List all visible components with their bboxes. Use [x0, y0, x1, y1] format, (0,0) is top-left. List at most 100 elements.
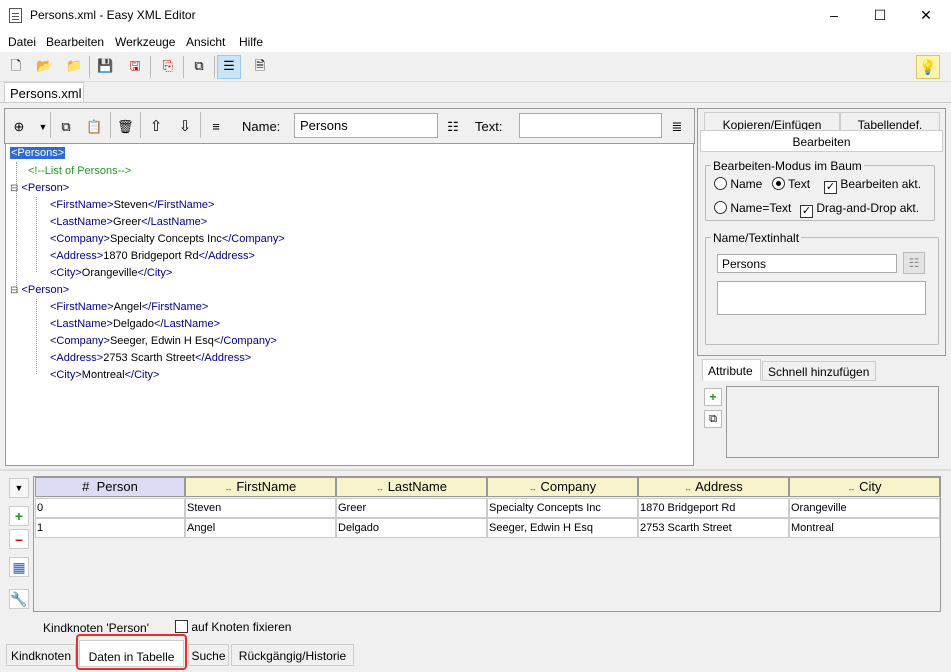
insert-child-icon[interactable]: ≡ — [208, 119, 224, 135]
add-attribute-icon[interactable]: + — [704, 388, 722, 406]
table-cell[interactable]: Steven — [185, 498, 336, 518]
paste-icon[interactable]: 📋 — [86, 119, 102, 135]
export-icon[interactable]: ⎘ — [160, 58, 176, 74]
tab-tabellendef[interactable]: Tabellendef. — [840, 112, 940, 132]
app-icon — [9, 8, 22, 23]
settings-wrench-icon[interactable]: 🔧 — [9, 589, 29, 609]
column-header-address[interactable]: ↔ Address — [638, 477, 789, 497]
tree-field-node[interactable]: <Address>2753 Scarth Street</Address> — [50, 352, 251, 364]
maximize-button[interactable]: ☐ — [857, 0, 903, 31]
document-view-icon[interactable]: 🗎 — [252, 58, 268, 74]
text-input[interactable] — [519, 113, 662, 138]
save-icon[interactable]: 💾 — [97, 58, 113, 74]
table-cell[interactable]: 0 — [35, 498, 185, 518]
save-all-icon[interactable]: 🖫 — [127, 58, 143, 74]
menu-werkzeuge[interactable]: Werkzeuge — [115, 35, 175, 49]
delete-icon[interactable]: 🗑 — [117, 119, 134, 135]
new-file-icon[interactable]: 🗋 — [8, 58, 24, 74]
tab-bearbeiten[interactable]: Bearbeiten — [700, 130, 943, 152]
table-cell[interactable]: Delgado — [336, 518, 487, 538]
close-button[interactable]: ✕ — [903, 0, 949, 31]
toolbar-divider — [50, 112, 51, 138]
table-cell[interactable]: Specialty Concepts Inc — [487, 498, 638, 518]
checkbox-fix-node[interactable]: auf Knoten fixieren — [175, 620, 291, 634]
tab-suche[interactable]: Suche — [188, 644, 229, 666]
add-node-icon[interactable]: ⊕ — [11, 119, 27, 135]
list-icon[interactable]: ☷ — [445, 119, 461, 135]
text-align-icon[interactable]: ≣ — [669, 119, 685, 135]
title-bar: Persons.xml - Easy XML Editor – ☐ ✕ — [0, 0, 951, 31]
column-header-city[interactable]: ↔ City — [789, 477, 940, 497]
lightbulb-icon[interactable]: 💡 — [916, 55, 940, 79]
move-down-icon[interactable]: ⇩ — [177, 119, 193, 135]
tree-comment-node[interactable]: <!--List of Persons--> — [28, 165, 131, 177]
copy-icon[interactable]: ⧉ — [58, 119, 74, 135]
column-header-company[interactable]: ↔ Company — [487, 477, 638, 497]
toolbar-divider — [110, 112, 111, 138]
data-table: # Person ↔ FirstName ↔ LastName ↔ Compan… — [33, 476, 941, 612]
radio-text[interactable]: Text — [772, 177, 810, 191]
tree-view-icon[interactable]: ⧉ — [191, 58, 207, 74]
tree-person-node[interactable]: <Person> — [21, 182, 69, 194]
table-cell[interactable]: Orangeville — [789, 498, 940, 518]
tab-schnell-hinzufuegen[interactable]: Schnell hinzufügen — [762, 361, 876, 381]
checkbox-drag-and-drop[interactable]: ✓ Drag-and-Drop akt. — [800, 201, 919, 218]
xml-tree-view[interactable]: <Persons> <!--List of Persons--> ⊟ <Pers… — [5, 143, 694, 466]
copy-attribute-icon[interactable]: ⧉ — [704, 410, 722, 428]
tree-field-node[interactable]: <Company>Seeger, Edwin H Esq</Company> — [50, 335, 277, 347]
menu-datei[interactable]: Datei — [8, 35, 36, 49]
column-header-firstname[interactable]: ↔ FirstName — [185, 477, 336, 497]
tree-field-node[interactable]: <City>Orangeville</City> — [50, 267, 172, 279]
radio-name-text[interactable]: Name=Text — [714, 201, 791, 215]
menu-ansicht[interactable]: Ansicht — [186, 35, 225, 49]
add-node-dropdown-icon[interactable]: ▼ — [35, 119, 51, 135]
tree-field-node[interactable]: <Company>Specialty Concepts Inc</Company… — [50, 233, 285, 245]
tree-person-node[interactable]: <Person> — [21, 284, 69, 296]
document-tab[interactable]: Persons.xml — [4, 82, 84, 103]
window-title: Persons.xml - Easy XML Editor — [30, 8, 196, 22]
move-up-icon[interactable]: ⇧ — [148, 119, 164, 135]
content-text-area[interactable] — [717, 281, 926, 315]
toolbar-divider — [140, 112, 141, 138]
open-folder-icon[interactable]: 📂 — [36, 58, 52, 74]
name-input[interactable]: Persons — [294, 113, 438, 138]
outline-icon[interactable]: ☰ — [221, 58, 237, 74]
column-header-lastname[interactable]: ↔ LastName — [336, 477, 487, 497]
tree-field-node[interactable]: <City>Montreal</City> — [50, 369, 159, 381]
list-picker-icon[interactable]: ☷ — [903, 252, 925, 274]
tab-attribute[interactable]: Attribute — [702, 359, 761, 381]
table-view-icon[interactable]: ▦ — [9, 557, 29, 577]
table-cell[interactable]: 2753 Scarth Street — [638, 518, 789, 538]
tree-field-node[interactable]: <LastName>Delgado</LastName> — [50, 318, 220, 330]
table-cell[interactable]: Greer — [336, 498, 487, 518]
menu-bearbeiten[interactable]: Bearbeiten — [46, 35, 104, 49]
table-menu-dropdown-icon[interactable]: ▼ — [9, 478, 29, 498]
tree-root-node[interactable]: <Persons> — [10, 147, 66, 159]
tab-kopieren-einfuegen[interactable]: Kopieren/Einfügen — [704, 112, 840, 132]
toolbar-divider — [89, 56, 90, 78]
table-cell[interactable]: Montreal — [789, 518, 940, 538]
tree-field-node[interactable]: <LastName>Greer</LastName> — [50, 216, 207, 228]
tree-field-node[interactable]: <FirstName>Steven</FirstName> — [50, 199, 214, 211]
add-row-icon[interactable]: + — [9, 506, 29, 526]
toolbar-divider — [150, 56, 151, 78]
tree-field-node[interactable]: <Address>1870 Bridgeport Rd</Address> — [50, 250, 255, 262]
splitter[interactable] — [0, 469, 951, 471]
column-header-person[interactable]: # Person — [35, 477, 185, 497]
tab-rueckgaengig-historie[interactable]: Rückgängig/Historie — [231, 644, 354, 666]
menu-hilfe[interactable]: Hilfe — [239, 35, 263, 49]
tab-kindknoten[interactable]: Kindknoten — [6, 644, 76, 666]
child-node-label: Kindknoten 'Person' — [43, 621, 149, 635]
minimize-button[interactable]: – — [811, 0, 857, 31]
open-recent-icon[interactable]: 📁 — [66, 58, 82, 74]
remove-row-icon[interactable]: – — [9, 529, 29, 549]
tree-field-node[interactable]: <FirstName>Angel</FirstName> — [50, 301, 208, 313]
table-cell[interactable]: Seeger, Edwin H Esq — [487, 518, 638, 538]
attribute-list[interactable] — [726, 386, 939, 458]
checkbox-bearbeiten-akt[interactable]: ✓ Bearbeiten akt. — [824, 177, 921, 194]
table-cell[interactable]: 1 — [35, 518, 185, 538]
radio-name[interactable]: Name — [714, 177, 762, 191]
table-cell[interactable]: 1870 Bridgeport Rd — [638, 498, 789, 518]
table-cell[interactable]: Angel — [185, 518, 336, 538]
content-name-input[interactable]: Persons — [717, 254, 897, 273]
